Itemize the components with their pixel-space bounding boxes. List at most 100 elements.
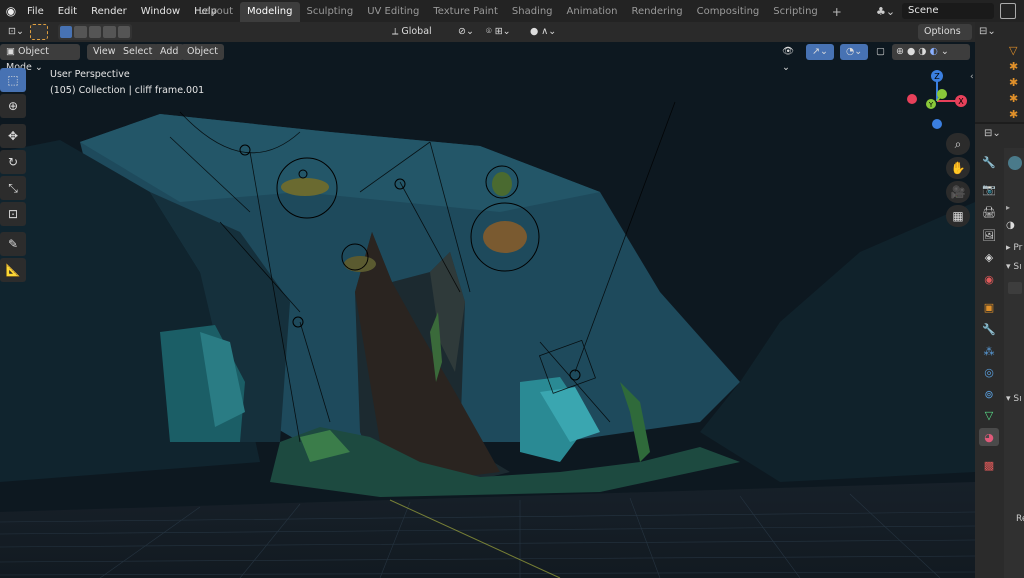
select-extend-icon[interactable] xyxy=(74,26,87,38)
panel-header-2-label: Sı xyxy=(1013,262,1022,272)
outliner-light-icon[interactable]: ✱ xyxy=(1009,92,1018,105)
tab-layout[interactable]: Layout xyxy=(192,2,240,22)
active-tool-select-icon[interactable] xyxy=(30,24,48,40)
scene-name-field[interactable]: Scene xyxy=(902,3,994,19)
menu-select[interactable]: Select xyxy=(117,44,159,60)
outliner-light-icon[interactable]: ✱ xyxy=(1009,60,1018,73)
zoom-icon[interactable]: ⌕ xyxy=(946,133,970,155)
tab-compositing[interactable]: Compositing xyxy=(690,2,767,22)
scene-render xyxy=(0,42,975,578)
fish-3 xyxy=(344,256,376,272)
material-slot-icon[interactable]: ◑ xyxy=(1006,220,1015,231)
perspective-grid-icon[interactable]: ▦ xyxy=(946,205,970,227)
menu-render[interactable]: Render xyxy=(84,6,134,17)
left-toolbar: ⬚ ⊕ ✥ ↻ ⤡ ⊡ ✎ 📐 xyxy=(0,68,28,284)
editor-type-icon[interactable]: ⊡⌄ xyxy=(2,24,24,40)
outliner-light-icon[interactable]: ✱ xyxy=(1009,76,1018,89)
menu-file[interactable]: File xyxy=(20,6,51,17)
overlay-toggle-icon[interactable]: ◔⌄ xyxy=(840,44,868,60)
proportional-editing-dropdown[interactable]: ● ∧⌄ xyxy=(524,24,564,40)
tab-scripting[interactable]: Scripting xyxy=(766,2,824,22)
xray-toggle-icon[interactable]: ▢ xyxy=(874,44,888,60)
annotate-tool-icon[interactable]: ✎ xyxy=(0,232,26,256)
object-properties-icon[interactable]: ▣ xyxy=(979,298,999,316)
modifier-properties-icon[interactable]: 🔧 xyxy=(979,320,999,338)
rotate-tool-icon[interactable]: ↻ xyxy=(0,150,26,174)
pivot-point-dropdown[interactable]: ⊘⌄ xyxy=(452,24,478,40)
scale-tool-icon[interactable]: ⤡ xyxy=(0,176,26,200)
transform-tool-icon[interactable]: ⊡ xyxy=(0,202,26,226)
gizmo-neg-x[interactable] xyxy=(907,94,917,104)
properties-content: ▸ ◑ ▸ Pr ▾ Sı ▾ Sı Re xyxy=(1004,148,1024,578)
outliner-editor-icon[interactable]: ⊟⌄ xyxy=(979,26,996,37)
menu-window[interactable]: Window xyxy=(134,6,187,17)
view-perspective-label: User Perspective xyxy=(50,69,130,80)
tool-properties-icon[interactable]: 🔧 xyxy=(979,153,999,171)
gizmo-y-label: Y xyxy=(928,101,934,109)
panel-header-2[interactable]: ▾ Sı xyxy=(1006,262,1022,272)
cursor-tool-icon[interactable]: ⊕ xyxy=(0,94,26,118)
gizmo-neg-z[interactable] xyxy=(932,119,942,129)
data-properties-icon[interactable]: ▽ xyxy=(979,406,999,424)
sidebar-toggle-icon[interactable]: ‹ xyxy=(970,72,974,82)
outliner: ⊟⌄ ▽ ✱ ✱ ✱ ✱ xyxy=(975,22,1024,124)
blender-logo-icon[interactable]: ◉ xyxy=(4,4,18,18)
snap-dropdown[interactable]: ⌾ ⊞⌄ xyxy=(480,24,520,40)
tab-sculpting[interactable]: Sculpting xyxy=(300,2,361,22)
visibility-icon[interactable]: 👁⌄ xyxy=(776,44,800,73)
scene-properties-icon[interactable]: ◈ xyxy=(979,248,999,266)
fish-1 xyxy=(281,178,329,196)
transform-orientation-dropdown[interactable]: ⟂ Global ⌄ xyxy=(386,24,448,53)
tab-modeling[interactable]: Modeling xyxy=(240,2,300,22)
outliner-light-icon[interactable]: ✱ xyxy=(1009,108,1018,121)
expand-arrow-icon[interactable]: ▸ xyxy=(1006,203,1010,212)
navigation-gizmo[interactable]: Z Y X xyxy=(902,66,972,136)
object-mode-dropdown[interactable]: ▣ Object Mode ⌄ xyxy=(0,44,80,73)
menu-edit[interactable]: Edit xyxy=(51,6,84,17)
gizmo-toggle-icon[interactable]: ↗⌄ xyxy=(806,44,834,60)
surface-field[interactable] xyxy=(1008,282,1022,294)
particle-properties-icon[interactable]: ⁂ xyxy=(979,342,999,360)
measure-tool-icon[interactable]: 📐 xyxy=(0,258,26,282)
material-properties-icon[interactable]: ◕ xyxy=(979,428,999,446)
select-new-icon[interactable] xyxy=(60,26,73,38)
camera-view-icon[interactable]: 🎥 xyxy=(946,181,970,203)
panel-header-1[interactable]: ▸ Pr xyxy=(1006,243,1022,253)
properties-editor-icon[interactable]: ⊟⌄ xyxy=(984,128,1001,139)
texture-properties-icon[interactable]: ▩ xyxy=(979,456,999,474)
menu-object[interactable]: Object xyxy=(181,44,224,60)
constraint-properties-icon[interactable]: ⊚ xyxy=(979,385,999,403)
panel-header-1-label: Pr xyxy=(1013,243,1023,253)
world-properties-icon[interactable]: ◉ xyxy=(979,270,999,288)
new-scene-icon[interactable] xyxy=(1000,3,1016,19)
select-intersect-icon[interactable] xyxy=(117,26,131,38)
fish-2 xyxy=(483,221,527,253)
select-subtract-icon[interactable] xyxy=(88,26,102,38)
gizmo-x-label: X xyxy=(958,97,964,106)
pan-hand-icon[interactable]: ✋ xyxy=(946,157,970,179)
scene-icon[interactable]: ♣⌄ xyxy=(876,5,902,18)
tab-rendering[interactable]: Rendering xyxy=(625,2,690,22)
3d-viewport[interactable]: ▣ Object Mode ⌄ View Select Add Object 👁… xyxy=(0,42,975,578)
select-invert-icon[interactable] xyxy=(103,26,116,38)
render-properties-icon[interactable]: 📷 xyxy=(979,180,999,198)
select-box-tool-icon[interactable]: ⬚ xyxy=(0,68,26,92)
fish-4 xyxy=(492,172,512,196)
workspace-tabs: Layout Modeling Sculpting UV Editing Tex… xyxy=(192,2,849,22)
selection-mode-buttons xyxy=(58,24,132,40)
menu-add[interactable]: Add xyxy=(154,44,185,60)
options-dropdown[interactable]: Options ⌄ xyxy=(918,24,972,53)
physics-properties-icon[interactable]: ◎ xyxy=(979,363,999,381)
move-tool-icon[interactable]: ✥ xyxy=(0,124,26,148)
tab-shading[interactable]: Shading xyxy=(505,2,560,22)
panel-header-3[interactable]: ▾ Sı xyxy=(1006,394,1022,404)
output-properties-icon[interactable]: 🖨 xyxy=(979,203,999,221)
add-workspace-button[interactable]: + xyxy=(825,2,849,22)
tab-animation[interactable]: Animation xyxy=(560,2,625,22)
tab-texture-paint[interactable]: Texture Paint xyxy=(426,2,505,22)
view-layer-properties-icon[interactable]: 🖼 xyxy=(979,226,999,244)
tab-uv-editing[interactable]: UV Editing xyxy=(360,2,426,22)
gizmo-y-axis[interactable] xyxy=(937,89,947,99)
shading-mode-buttons[interactable]: ⊕ ● ◑ ◐ ⌄ xyxy=(892,44,970,60)
outliner-collection-icon[interactable]: ▽ xyxy=(1009,44,1017,57)
